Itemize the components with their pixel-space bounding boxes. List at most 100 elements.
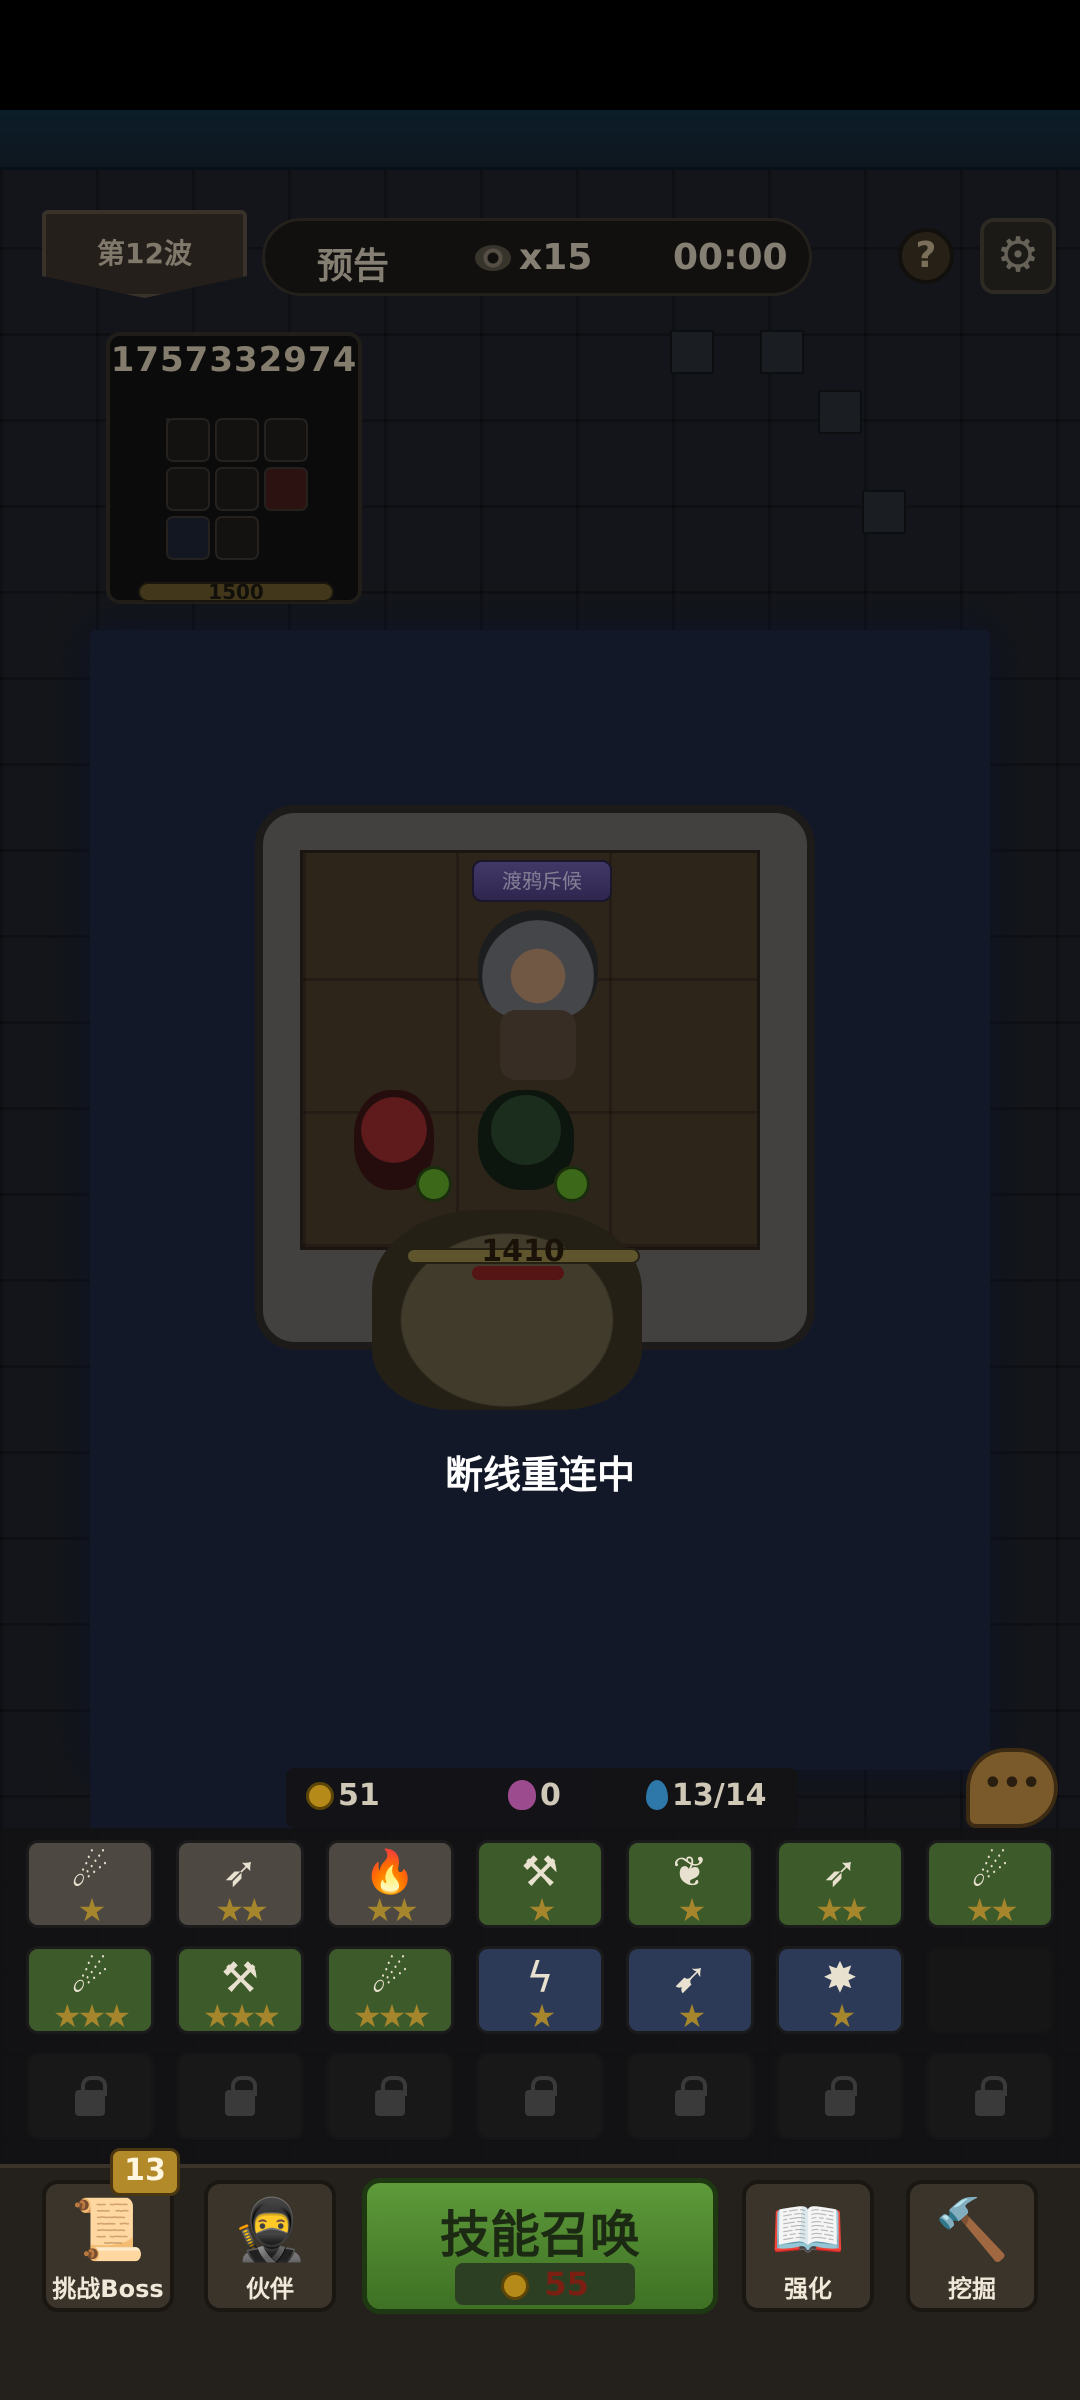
gem-icon xyxy=(508,1780,536,1810)
opponent-hp: 1500 xyxy=(208,580,264,604)
mini-cell xyxy=(215,467,259,511)
locked-skill-slot xyxy=(326,2052,454,2140)
locked-skill-slot xyxy=(626,2052,754,2140)
help-button[interactable]: ? xyxy=(898,228,954,284)
chat-button[interactable]: ••• xyxy=(966,1748,1058,1828)
opponent-panel[interactable]: 1757332974 1500 xyxy=(106,332,362,604)
skill-slot[interactable]: ⚒ ★ xyxy=(476,1840,604,1929)
dungeon-top-wall xyxy=(0,110,1080,170)
mini-cell-demon xyxy=(264,467,308,511)
mini-cell xyxy=(166,418,210,462)
opponent-mini-grid xyxy=(166,418,316,568)
lock-icon xyxy=(375,2076,407,2116)
fire-bolt-icon: 🔥 xyxy=(363,1847,417,1896)
dig-button[interactable]: 🔨 挖掘 xyxy=(906,2180,1038,2312)
skill-stars: ★★★ xyxy=(202,1997,281,2035)
skill-slot[interactable]: ✸ ★ xyxy=(776,1946,904,2035)
skill-stars: ★ xyxy=(77,1891,107,1929)
unit-title-badge: 渡鸦斥候 xyxy=(472,860,612,902)
challenge-boss-label: 挑战Boss xyxy=(52,2275,164,2303)
wave-timer: 00:00 xyxy=(673,237,788,278)
dig-label: 挖掘 xyxy=(948,2275,996,2303)
gem-counter: 0 xyxy=(508,1778,561,1813)
frost-bolt-icon: ☄ xyxy=(71,1953,109,2002)
hammer-icon: 🔨 xyxy=(934,2195,1010,2265)
locked-skill-slot xyxy=(776,2052,904,2140)
boss-count-badge: 13 xyxy=(110,2148,180,2196)
frost-bolt-icon: ☄ xyxy=(971,1847,1009,1896)
wall-block xyxy=(862,490,906,534)
enemy-damage-bar xyxy=(472,1266,564,1280)
coin-counter: 51 xyxy=(306,1778,380,1813)
challenge-boss-button[interactable]: 📜 挑战Boss xyxy=(42,2180,174,2312)
frost-bolt-icon: ☄ xyxy=(371,1953,409,2002)
knight-hero-body xyxy=(500,1010,576,1080)
coin-icon xyxy=(306,1782,334,1810)
mini-cell xyxy=(166,467,210,511)
mini-cell xyxy=(215,418,259,462)
skill-slot[interactable]: ☄ ★★★ xyxy=(326,1946,454,2035)
skill-grid: ☄ ★ ➶ ★★ 🔥 ★★ ⚒ ★ ❦ ★ ➶ ★★ ☄ ★★ ☄ ★★★ ⚒ ★★★ ☄ ★★★ ϟ ★ ➹ ★ ✸ ★ xyxy=(26,1840,1056,2140)
enemy-count: x15 xyxy=(519,237,593,278)
settings-button[interactable]: ⚙ xyxy=(980,218,1056,294)
skill-stars: ★ xyxy=(527,1891,557,1929)
skill-summon-button[interactable]: 技能召唤 55 xyxy=(362,2178,718,2314)
lock-icon xyxy=(975,2076,1007,2116)
skill-stars: ★★★ xyxy=(52,1997,131,2035)
skill-stars: ★ xyxy=(527,1997,557,2035)
upgrade-button[interactable]: 📖 强化 xyxy=(742,2180,874,2312)
locked-skill-slot xyxy=(176,2052,304,2140)
mana-count: 13/14 xyxy=(672,1778,767,1813)
blood-burst-icon: ✸ xyxy=(822,1953,858,2002)
golden-hammer-icon: ⚒ xyxy=(221,1953,259,2002)
ready-indicator xyxy=(416,1166,452,1202)
skill-slot[interactable]: 🔥 ★★ xyxy=(326,1840,454,1929)
skill-slot[interactable]: ☄ ★ xyxy=(26,1840,154,1929)
skill-slot[interactable]: ☄ ★★★ xyxy=(26,1946,154,2035)
partner-portrait-icon: 🥷 xyxy=(232,2195,308,2265)
mana-counter: 13/14 xyxy=(646,1778,766,1813)
partner-button[interactable]: 🥷 伙伴 xyxy=(204,2180,336,2312)
skill-slot[interactable]: ➹ ★ xyxy=(626,1946,754,2035)
lock-icon xyxy=(825,2076,857,2116)
scroll-icon: 📜 xyxy=(70,2195,146,2265)
spear-icon: ➹ xyxy=(672,1953,708,2002)
skill-slot[interactable]: ➶ ★★ xyxy=(176,1840,304,1929)
book-icon: 📖 xyxy=(770,2195,846,2265)
skill-slot[interactable]: ➶ ★★ xyxy=(776,1840,904,1929)
skill-stars: ★★★ xyxy=(352,1997,431,2035)
frost-bolt-icon: ☄ xyxy=(71,1847,109,1896)
empty-skill-slot[interactable] xyxy=(926,1946,1054,2034)
knight-hero-sprite[interactable] xyxy=(478,910,598,1020)
enemy-hp-value: 1410 xyxy=(481,1234,565,1269)
summon-cost: 55 xyxy=(455,2263,635,2305)
locked-skill-slot xyxy=(26,2052,154,2140)
mana-drop-icon xyxy=(646,1780,668,1810)
wall-block xyxy=(760,330,804,374)
golden-hammer-icon: ⚒ xyxy=(521,1847,559,1896)
lightning-icon: ϟ xyxy=(526,1953,554,2002)
skill-stars: ★ xyxy=(827,1997,857,2035)
lock-icon xyxy=(225,2076,257,2116)
partner-label: 伙伴 xyxy=(246,2275,294,2303)
summon-cost-value: 55 xyxy=(544,2265,589,2303)
skill-slot[interactable]: ☄ ★★ xyxy=(926,1840,1054,1929)
lock-icon xyxy=(75,2076,107,2116)
gear-icon: ⚙ xyxy=(996,227,1040,283)
skill-stars: ★★ xyxy=(815,1891,868,1929)
skill-stars: ★★ xyxy=(365,1891,418,1929)
wave-preview-bar[interactable]: 预告 x15 00:00 xyxy=(262,218,812,296)
vine-icon: ❦ xyxy=(672,1847,708,1896)
skill-slot[interactable]: ϟ ★ xyxy=(476,1946,604,2035)
reconnect-status: 断线重连中 xyxy=(444,1453,635,1497)
skill-slot[interactable]: ⚒ ★★★ xyxy=(176,1946,304,2035)
mini-cell xyxy=(215,516,259,560)
coin-icon xyxy=(501,2272,530,2300)
skill-slot[interactable]: ❦ ★ xyxy=(626,1840,754,1929)
wall-block xyxy=(818,390,862,434)
opponent-hp-bar: 1500 xyxy=(138,580,334,604)
lock-icon xyxy=(525,2076,557,2116)
upgrade-label: 强化 xyxy=(784,2275,832,2303)
skill-stars: ★★ xyxy=(965,1891,1018,1929)
gem-count: 0 xyxy=(540,1778,561,1813)
